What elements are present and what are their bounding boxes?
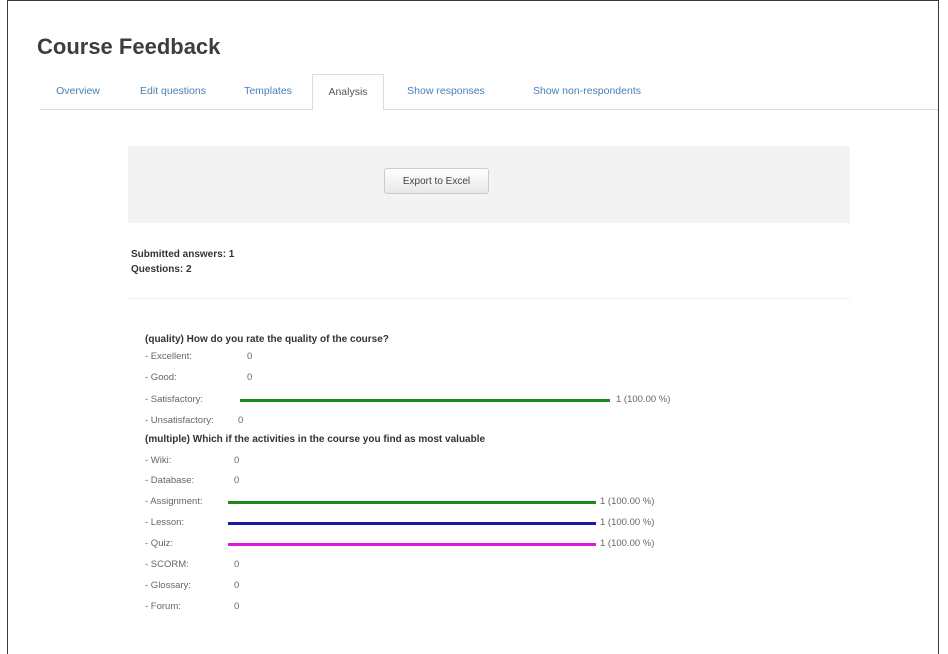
tab-edit-questions[interactable]: Edit questions xyxy=(120,74,226,110)
option-count: 0 xyxy=(234,455,240,466)
option-label: - SCORM: xyxy=(145,559,189,570)
submitted-answers: Submitted answers: 1 xyxy=(131,249,235,260)
option-label: - Assignment: xyxy=(145,496,203,507)
option-label: - Glossary: xyxy=(145,580,191,591)
option-label: - Database: xyxy=(145,475,195,486)
option-count: 0 xyxy=(247,372,253,383)
option-label: - Satisfactory: xyxy=(145,394,204,405)
tab-analysis[interactable]: Analysis xyxy=(312,74,384,111)
question-quality: (quality) How do you rate the quality of… xyxy=(145,334,389,345)
option-label: - Wiki: xyxy=(145,455,172,466)
response-percent: 1 (100.00 %) xyxy=(616,394,671,405)
response-bar xyxy=(228,501,596,504)
option-label: - Quiz: xyxy=(145,538,173,549)
option-count: 0 xyxy=(234,601,240,612)
option-count: 0 xyxy=(238,415,244,426)
tab-show-responses[interactable]: Show responses xyxy=(390,74,502,110)
tab-templates[interactable]: Templates xyxy=(230,74,306,110)
option-label: - Forum: xyxy=(145,601,181,612)
option-count: 0 xyxy=(234,580,240,591)
option-count: 0 xyxy=(234,559,240,570)
questions-count: Questions: 2 xyxy=(131,264,192,275)
response-percent: 1 (100.00 %) xyxy=(600,496,655,507)
option-count: 0 xyxy=(247,351,253,362)
page-title: Course Feedback xyxy=(37,34,221,59)
response-bar xyxy=(240,399,610,402)
option-label: - Good: xyxy=(145,372,177,383)
response-bar xyxy=(228,543,596,546)
option-label: - Unsatisfactory: xyxy=(145,415,214,426)
option-count: 0 xyxy=(234,475,240,486)
response-bar xyxy=(228,522,596,525)
tab-show-non-respondents[interactable]: Show non-respondents xyxy=(508,74,666,110)
option-label: - Excellent: xyxy=(145,351,192,362)
export-to-excel-button[interactable]: Export to Excel xyxy=(384,168,489,194)
response-percent: 1 (100.00 %) xyxy=(600,538,655,549)
tab-overview[interactable]: Overview xyxy=(40,74,116,110)
divider xyxy=(128,298,850,299)
question-multiple: (multiple) Which if the activities in th… xyxy=(145,434,486,445)
response-percent: 1 (100.00 %) xyxy=(600,517,655,528)
option-label: - Lesson: xyxy=(145,517,185,528)
tab-bar: Overview Edit questions Templates Analys… xyxy=(40,74,938,111)
export-panel xyxy=(128,146,850,223)
